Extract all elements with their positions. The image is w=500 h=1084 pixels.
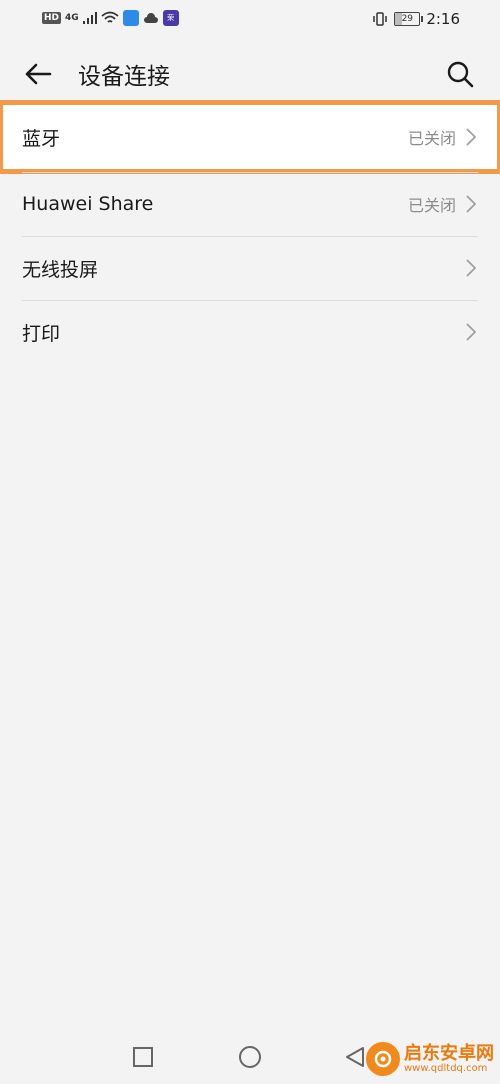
watermark-url: www.qdltdq.com [404, 1063, 488, 1075]
square-icon [133, 1047, 153, 1067]
home-button[interactable] [237, 1044, 263, 1070]
watermark-logo-icon [366, 1042, 400, 1076]
app-header: 设备连接 [0, 44, 500, 104]
battery-level: 29 [401, 14, 414, 24]
arrow-left-icon [25, 63, 52, 85]
recent-apps-button[interactable] [130, 1044, 156, 1070]
clock: 2:16 [426, 10, 460, 28]
network-type: 4G [65, 13, 79, 23]
chevron-right-icon [464, 127, 478, 147]
watermark: 启东安卓网 www.qdltdq.com [366, 1042, 494, 1076]
list-item-label: 打印 [22, 322, 61, 345]
chevron-right-icon [464, 322, 478, 342]
watermark-title: 启东安卓网 [404, 1042, 494, 1064]
status-bar-right: 29 2:16 [372, 10, 460, 28]
chevron-right-icon [464, 258, 478, 278]
chevron-right-icon [464, 194, 478, 214]
status-bar: HD 4G 荣 29 2:16 [0, 0, 500, 40]
back-button[interactable] [20, 56, 56, 92]
page-title: 设备连接 [78, 64, 170, 90]
list-item-status: 已关闭 [407, 129, 456, 148]
watermark-text: 启东安卓网 www.qdltdq.com [404, 1042, 494, 1075]
back-nav-button[interactable] [342, 1044, 368, 1070]
list-item-label: 蓝牙 [22, 127, 61, 150]
wifi-icon [101, 11, 119, 23]
triangle-left-icon [346, 1047, 364, 1067]
signal-icon [82, 12, 97, 24]
circle-icon [239, 1046, 261, 1068]
list-item-huawei-share[interactable]: Huawei Share 已关闭 [0, 172, 500, 236]
vibrate-icon [373, 12, 388, 26]
list-item-status: 已关闭 [407, 196, 456, 215]
list-item-wireless-projection[interactable]: 无线投屏 [0, 236, 500, 300]
hd-badge: HD [42, 12, 62, 24]
list-item-label: Huawei Share [22, 193, 154, 215]
cloud-icon [143, 13, 158, 23]
search-icon [447, 61, 474, 88]
list-item-bluetooth[interactable]: 蓝牙 已关闭 [0, 100, 500, 174]
navigation-bar: 启东安卓网 www.qdltdq.com [0, 1034, 500, 1080]
battery-icon: 29 [394, 12, 424, 26]
app-notification-icon [122, 10, 139, 26]
list-item-print[interactable]: 打印 [0, 300, 500, 364]
search-button[interactable] [442, 56, 478, 92]
status-bar-left: HD 4G 荣 [42, 10, 179, 26]
list-item-label: 无线投屏 [22, 258, 99, 281]
settings-list: 蓝牙 已关闭 Huawei Share 已关闭 无线投屏 打印 [0, 100, 500, 364]
app-badge-icon: 荣 [162, 10, 179, 26]
